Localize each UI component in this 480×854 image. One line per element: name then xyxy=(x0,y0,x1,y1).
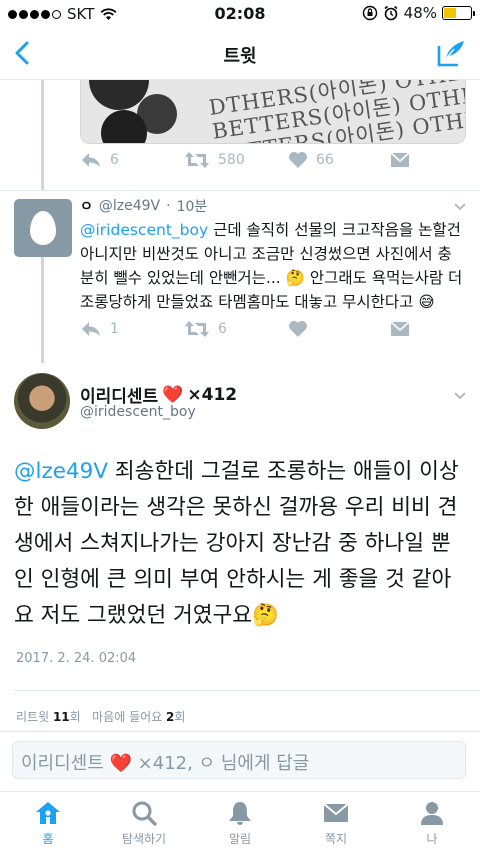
person-icon xyxy=(421,802,443,825)
retweet-icon xyxy=(185,321,209,337)
thread-line xyxy=(41,80,44,190)
reply-time: 10분 xyxy=(176,199,208,215)
direct-message-button[interactable] xyxy=(390,152,410,168)
like-button[interactable]: 66 xyxy=(288,151,334,169)
tab-bar: 홈 탐색하기 알림 쪽지 나 xyxy=(0,791,480,854)
author-handle[interactable]: @iridescent_boy xyxy=(80,404,196,420)
tab-messages[interactable]: 쪽지 xyxy=(288,800,384,847)
retweet-stat[interactable]: 리트윗 11회 xyxy=(16,710,81,724)
battery-icon xyxy=(442,6,475,20)
tab-home[interactable]: 홈 xyxy=(0,800,96,847)
tab-me[interactable]: 나 xyxy=(384,800,480,847)
avatar[interactable] xyxy=(14,199,72,257)
reply-author-name[interactable]: ㅇ xyxy=(80,196,93,216)
mention-link[interactable]: @iridescent_boy xyxy=(80,221,208,239)
tab-notifications[interactable]: 알림 xyxy=(192,800,288,847)
reply-tweet-text: @iridescent_boy 근데 솔직히 선물의 크고작음을 논할건 아니지… xyxy=(80,221,463,311)
reply-icon xyxy=(82,322,100,336)
mention-link[interactable]: @lze49V xyxy=(14,459,108,484)
divider xyxy=(0,190,480,191)
thread-line xyxy=(41,257,44,363)
battery-percent: 48% xyxy=(403,4,437,22)
mail-icon xyxy=(390,321,410,336)
avatar[interactable] xyxy=(14,373,70,429)
like-stat[interactable]: 마음에 들어요 2회 xyxy=(92,710,185,724)
compose-tweet-button[interactable] xyxy=(434,36,468,70)
retweet-button[interactable]: 580 xyxy=(184,151,245,169)
home-icon xyxy=(36,802,60,824)
reply-input[interactable]: 이리디센트 ❤️ ×412, ㅇ 님에게 답글 xyxy=(12,741,466,779)
reply-author-handle[interactable]: @lze49V xyxy=(99,198,160,214)
chevron-down-icon[interactable] xyxy=(454,390,466,402)
mail-icon xyxy=(323,803,349,822)
image-text: DTHERS(아이돈) OTHER BETTERS(아이돈) OTHER BET… xyxy=(207,80,466,144)
reply-button[interactable]: 6 xyxy=(80,151,119,169)
status-bar: SKT 02:08 48% xyxy=(0,0,480,28)
divider xyxy=(14,690,480,691)
retweet-button[interactable]: 6 xyxy=(184,320,227,338)
like-button[interactable] xyxy=(288,320,308,338)
heart-icon xyxy=(289,152,307,168)
reply-icon xyxy=(82,153,100,167)
orientation-lock-icon xyxy=(362,5,377,21)
page-title: 트윗 xyxy=(223,46,257,67)
bell-icon xyxy=(229,802,251,825)
tweet-stats: 리트윗 11회 마음에 들어요 2회 xyxy=(16,708,185,725)
egg-icon xyxy=(30,211,56,245)
search-icon xyxy=(132,801,157,826)
tweet-text: @lze49V 죄송한데 그걸로 조롱하는 애들이 이상한 애들이라는 생각은 … xyxy=(14,459,459,628)
tweet-image[interactable]: DTHERS(아이돈) OTHER BETTERS(아이돈) OTHER BET… xyxy=(80,80,466,144)
mail-icon xyxy=(390,152,410,167)
chevron-down-icon[interactable] xyxy=(454,201,466,213)
heart-icon xyxy=(289,321,307,337)
separator: · xyxy=(166,198,171,214)
retweet-icon xyxy=(185,152,209,168)
reply-tweet-header: ㅇ @lze49V · 10분 xyxy=(80,196,207,216)
tweet-timestamp: 2017. 2. 24. 02:04 xyxy=(16,651,137,666)
reply-button[interactable]: 1 xyxy=(80,320,119,338)
battery-level xyxy=(444,8,457,18)
direct-message-button[interactable] xyxy=(390,321,410,337)
status-right: 48% xyxy=(362,4,475,22)
nav-bar: 트윗 xyxy=(0,28,480,80)
tab-search[interactable]: 탐색하기 xyxy=(96,800,192,847)
alarm-icon xyxy=(384,5,398,21)
divider xyxy=(0,731,480,732)
heart-emoji: ❤️ xyxy=(162,384,184,405)
